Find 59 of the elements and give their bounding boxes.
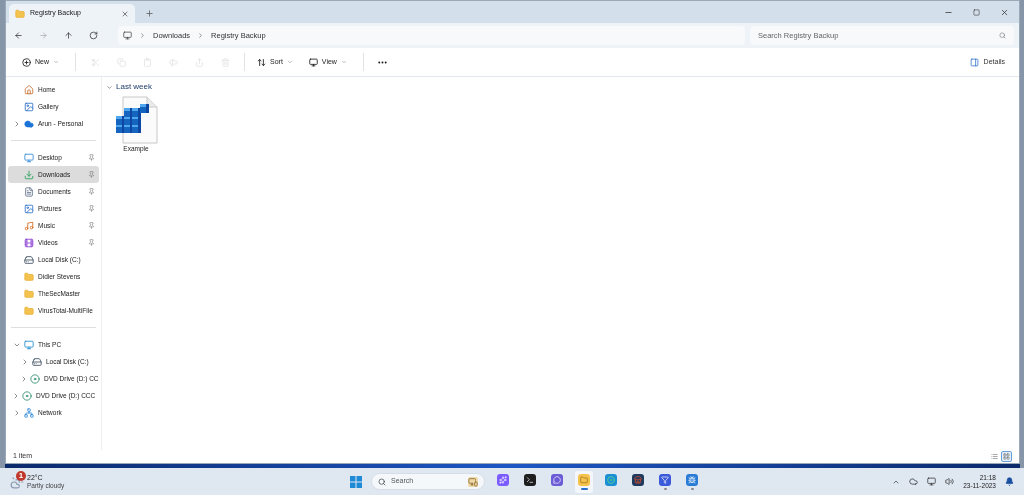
tiles-view-button[interactable]: [1001, 451, 1012, 462]
store-icon: [634, 475, 642, 484]
cloud-icon: [24, 118, 34, 129]
weather-icon[interactable]: [10, 474, 24, 489]
network-icon: [24, 407, 34, 418]
group-header[interactable]: Last week: [106, 81, 1019, 93]
terminal-icon: [526, 475, 534, 484]
details-pane-icon: [969, 57, 979, 67]
monitor-icon: [24, 152, 34, 163]
home-icon: [24, 84, 34, 95]
drive-icon: [24, 254, 34, 265]
image-icon: [24, 203, 34, 214]
maximize-icon[interactable]: [973, 8, 980, 16]
drive-icon: [32, 356, 42, 367]
device-icon: [468, 476, 478, 487]
cubes-file-icon[interactable]: [113, 96, 159, 144]
search-icon: [378, 477, 386, 486]
music-icon: [24, 220, 34, 231]
notification-badge: 1: [16, 470, 26, 481]
document-icon: [24, 186, 34, 197]
disc-icon: [22, 390, 32, 401]
back-icon[interactable]: [14, 31, 23, 40]
chat-icon: [553, 475, 561, 484]
chevron-right-icon[interactable]: [21, 357, 29, 366]
folder-icon: [15, 8, 25, 19]
folder-icon: [24, 288, 34, 299]
chevron-right-icon[interactable]: [13, 408, 21, 417]
download-icon: [24, 169, 34, 180]
refresh-icon[interactable]: [89, 31, 98, 40]
monitor-icon: [123, 31, 132, 40]
chevron-down-icon: [106, 83, 113, 91]
funnel-icon: [661, 475, 669, 484]
chevron-right-icon: [197, 32, 205, 39]
image-icon: [24, 101, 34, 112]
bug-icon: [688, 475, 696, 484]
folder-icon: [580, 475, 588, 484]
folder-icon: [24, 271, 34, 282]
forward-icon[interactable]: [39, 31, 48, 40]
search-icon: [999, 32, 1006, 39]
network-icon[interactable]: [927, 477, 937, 486]
monitor-icon: [24, 339, 34, 350]
start-icon[interactable]: [350, 475, 362, 488]
chevron-right-icon[interactable]: [13, 119, 21, 128]
chevron-right-icon: [139, 32, 146, 39]
close-icon[interactable]: [1000, 7, 1009, 17]
disc-icon: [30, 373, 40, 384]
sparkle-icon: [499, 475, 507, 484]
volume-icon[interactable]: [945, 477, 955, 486]
close-tab-icon[interactable]: [121, 9, 129, 18]
up-icon[interactable]: [64, 31, 73, 40]
browser-icon: [607, 475, 615, 484]
folder-icon: [24, 305, 34, 316]
cloud-icon[interactable]: [909, 477, 919, 486]
new-tab-icon[interactable]: [145, 9, 154, 18]
chevron-right-icon[interactable]: [20, 374, 28, 383]
details-view-button[interactable]: [989, 451, 1000, 462]
bell-icon[interactable]: [1005, 477, 1014, 486]
film-icon: [24, 237, 34, 248]
chevron-right-icon[interactable]: [12, 391, 20, 400]
